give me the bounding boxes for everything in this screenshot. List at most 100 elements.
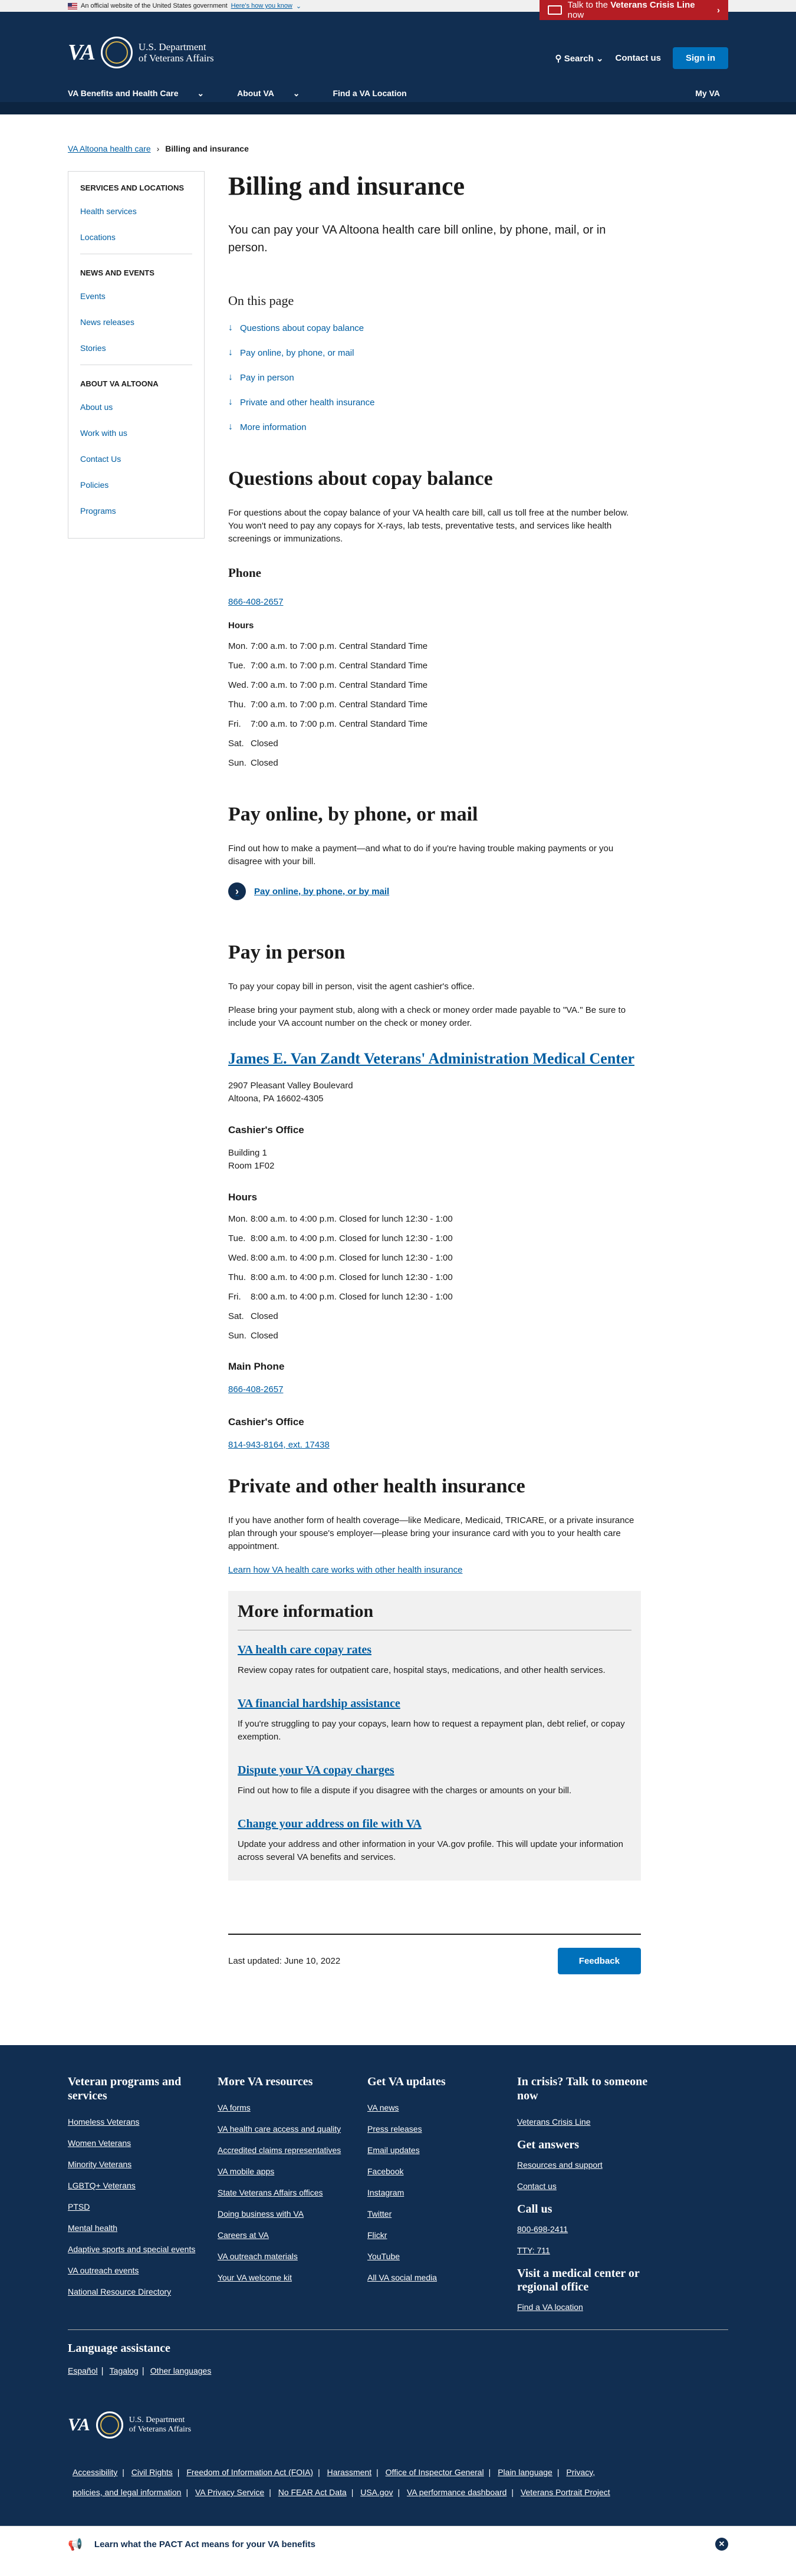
footer-link[interactable]: VA health care access and quality xyxy=(218,2124,367,2134)
footer-link[interactable]: Mental health xyxy=(68,2223,218,2233)
footer-link[interactable]: VA forms xyxy=(218,2103,367,2112)
footer-link[interactable]: Press releases xyxy=(367,2124,517,2134)
footer-link[interactable]: Careers at VA xyxy=(218,2230,367,2240)
sidenav-item-news-releases[interactable]: News releases xyxy=(80,317,192,327)
footer-link[interactable]: Flickr xyxy=(367,2230,517,2240)
footer-link[interactable]: VA outreach events xyxy=(68,2266,218,2275)
footer-link[interactable]: USA.gov xyxy=(360,2488,393,2497)
footer-link[interactable]: Accessibility xyxy=(73,2467,117,2477)
footer-link[interactable]: Your VA welcome kit xyxy=(218,2273,367,2282)
footer-link[interactable]: Plain language xyxy=(498,2467,552,2477)
arrow-down-icon: ↓ xyxy=(228,347,233,357)
footer-link[interactable]: Civil Rights xyxy=(131,2467,173,2477)
search-button[interactable]: ⚲ Search ⌄ xyxy=(555,53,604,64)
pact-act-link[interactable]: Learn what the PACT Act means for your V… xyxy=(94,2539,315,2549)
footer-va-logo[interactable]: VA U.S. Department of Veterans Affairs xyxy=(68,2411,728,2439)
footer-link[interactable]: No FEAR Act Data xyxy=(278,2488,347,2497)
otp-link-copay[interactable]: ↓ Questions about copay balance xyxy=(228,323,641,333)
va-logo[interactable]: VA U.S. Department of Veterans Affairs xyxy=(68,37,214,68)
footer-link[interactable]: Office of Inspector General xyxy=(386,2467,484,2477)
last-updated-text: Last updated: June 10, 2022 xyxy=(228,1956,341,1966)
pay-online-action-link[interactable]: › Pay online, by phone, or by mail xyxy=(228,882,641,900)
footer-link[interactable]: Freedom of Information Act (FOIA) xyxy=(186,2467,313,2477)
footer-link[interactable]: Find a VA location xyxy=(517,2302,667,2312)
chevron-right-icon: › xyxy=(228,882,246,900)
nav-benefits[interactable]: VA Benefits and Health Care ⌄ xyxy=(68,88,229,99)
footer-link[interactable]: Instagram xyxy=(367,2188,517,2197)
nav-find-location[interactable]: Find a VA Location xyxy=(333,88,415,99)
footer-link[interactable]: Adaptive sports and special events xyxy=(68,2244,218,2254)
copay-phone-link[interactable]: 866-408-2657 xyxy=(228,597,283,607)
hours-row: Sun. Closed xyxy=(228,758,278,768)
footer-link[interactable]: 800-698-2411 xyxy=(517,2224,667,2234)
sidenav-item-health-services[interactable]: Health services xyxy=(80,206,192,216)
footer-link[interactable]: Doing business with VA xyxy=(218,2209,367,2219)
footer-link[interactable]: Facebook xyxy=(367,2167,517,2176)
megaphone-icon: 📢 xyxy=(68,2538,83,2551)
private-insurance-link[interactable]: Learn how VA health care works with othe… xyxy=(228,1565,462,1575)
more-info-link-dispute[interactable]: Dispute your VA copay charges xyxy=(238,1764,394,1777)
footer-link[interactable]: PTSD xyxy=(68,2202,218,2211)
feedback-button[interactable]: Feedback xyxy=(557,1948,641,1974)
footer-link[interactable]: Veterans Portrait Project xyxy=(521,2488,610,2497)
breadcrumb-parent[interactable]: VA Altoona health care xyxy=(68,144,151,153)
cashier-phone-link[interactable]: 814-943-8164, ext. 17438 xyxy=(228,1440,330,1450)
otp-link-more-info[interactable]: ↓ More information xyxy=(228,422,641,432)
sign-in-button[interactable]: Sign in xyxy=(673,47,728,69)
footer-link[interactable]: VA Privacy Service xyxy=(195,2488,264,2497)
footer-subtitle: Visit a medical center or regional offic… xyxy=(517,2267,640,2293)
footer-link[interactable]: VA outreach materials xyxy=(218,2252,367,2261)
footer-link[interactable]: All VA social media xyxy=(367,2273,517,2282)
otp-link-private-insurance[interactable]: ↓ Private and other health insurance xyxy=(228,397,641,408)
footer-link[interactable]: Contact us xyxy=(517,2181,667,2191)
us-flag-icon xyxy=(68,2,77,9)
sidenav-item-locations[interactable]: Locations xyxy=(80,232,192,242)
facility-link[interactable]: James E. Van Zandt Veterans' Administrat… xyxy=(228,1050,641,1068)
otp-link-pay-in-person[interactable]: ↓ Pay in person xyxy=(228,372,641,383)
sidenav-item-stories[interactable]: Stories xyxy=(80,343,192,353)
more-info-link-copay-rates[interactable]: VA health care copay rates xyxy=(238,1643,371,1656)
footer-link[interactable]: YouTube xyxy=(367,2252,517,2261)
sidenav-item-policies[interactable]: Policies xyxy=(80,480,192,490)
main-phone-link[interactable]: 866-408-2657 xyxy=(228,1384,283,1394)
language-assistance: Language assistance Español | Tagalog | Ot… xyxy=(68,2342,728,2376)
footer-link[interactable]: VA mobile apps xyxy=(218,2167,367,2176)
lang-link-other[interactable]: Other languages xyxy=(150,2366,212,2375)
sidenav-item-work-with-us[interactable]: Work with us xyxy=(80,428,192,438)
pay-in-person-text1: To pay your copay bill in person, visit … xyxy=(228,982,475,992)
hours-heading: Hours xyxy=(228,1192,258,1203)
hours-row: Thu. 7:00 a.m. to 7:00 p.m. Central Stand… xyxy=(228,700,428,710)
breadcrumb-current: Billing and insurance xyxy=(165,144,249,153)
footer-link[interactable]: VA news xyxy=(367,2103,517,2112)
footer-link[interactable]: State Veterans Affairs offices xyxy=(218,2188,367,2197)
nav-about[interactable]: About VA ⌄ xyxy=(237,88,324,99)
more-info-link-hardship[interactable]: VA financial hardship assistance xyxy=(238,1697,400,1710)
footer-link[interactable]: Harassment xyxy=(327,2467,371,2477)
nav-my-va[interactable]: My VA xyxy=(695,88,728,99)
footer-link[interactable]: Twitter xyxy=(367,2209,517,2219)
sidenav-item-events[interactable]: Events xyxy=(80,291,192,301)
more-info-link-address[interactable]: Change your address on file with VA xyxy=(238,1817,422,1830)
sidenav-item-contact-us[interactable]: Contact Us xyxy=(80,454,192,464)
footer-link[interactable]: LGBTQ+ Veterans xyxy=(68,2181,218,2190)
footer-link[interactable]: Minority Veterans xyxy=(68,2160,218,2169)
footer-link[interactable]: Women Veterans xyxy=(68,2138,218,2148)
footer-crisis-link[interactable]: Veterans Crisis Line xyxy=(517,2117,667,2127)
footer-link[interactable]: VA performance dashboard xyxy=(407,2488,506,2497)
how-you-know-link[interactable]: Here's how you know xyxy=(231,2,292,9)
lang-link-espanol[interactable]: Español xyxy=(68,2366,98,2375)
contact-us-link[interactable]: Contact us xyxy=(615,53,661,63)
footer-link[interactable]: Accredited claims representatives xyxy=(218,2145,367,2155)
footer-link[interactable]: Email updates xyxy=(367,2145,517,2155)
hours-row: Mon. 7:00 a.m. to 7:00 p.m. Central Stand… xyxy=(228,641,428,651)
chevron-down-icon: ⌄ xyxy=(197,88,205,98)
footer-link[interactable]: National Resource Directory xyxy=(68,2287,218,2296)
footer-link[interactable]: Resources and support xyxy=(517,2160,667,2170)
sidenav-item-about-us[interactable]: About us xyxy=(80,402,192,412)
footer-link[interactable]: TTY: 711 xyxy=(517,2246,667,2255)
close-icon[interactable]: ✕ xyxy=(715,2538,728,2551)
sidenav-item-programs[interactable]: Programs xyxy=(80,506,192,516)
otp-link-pay-online[interactable]: ↓ Pay online, by phone, or mail xyxy=(228,347,641,358)
footer-link[interactable]: Homeless Veterans xyxy=(68,2117,218,2127)
lang-link-tagalog[interactable]: Tagalog xyxy=(110,2366,139,2375)
